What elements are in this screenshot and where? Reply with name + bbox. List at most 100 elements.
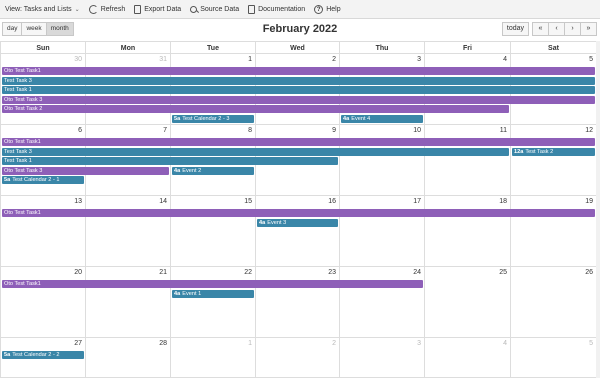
day-number[interactable]: 10	[413, 127, 421, 134]
day-number[interactable]: 11	[500, 127, 507, 134]
day-number[interactable]: 3	[417, 56, 421, 63]
day-cell[interactable]: 24	[340, 267, 425, 338]
day-cell[interactable]: 23	[256, 267, 340, 338]
day-number[interactable]: 4	[503, 340, 507, 347]
day-number[interactable]: 26	[585, 269, 593, 276]
day-cell[interactable]: 28	[86, 338, 171, 378]
day-number[interactable]: 4	[503, 56, 507, 63]
week-view-button[interactable]: week	[21, 22, 47, 36]
day-number[interactable]: 5	[589, 340, 593, 347]
day-number[interactable]: 22	[244, 269, 252, 276]
view-dropdown-label: View: Tasks and Lists	[5, 5, 72, 13]
view-switcher: day week month	[2, 22, 74, 36]
calendar-event[interactable]: Test Task 3	[2, 147, 509, 156]
help-button[interactable]: ? Help	[314, 4, 341, 14]
event-time: 4a	[174, 167, 181, 174]
calendar-event[interactable]: Oto Test Task1	[2, 138, 595, 146]
event-time: 5a	[4, 352, 11, 358]
event-title: Test Task 1	[4, 158, 32, 164]
day-number[interactable]: 17	[413, 198, 421, 205]
day-number[interactable]: 21	[159, 269, 167, 276]
help-icon: ?	[314, 4, 324, 14]
calendar-event[interactable]: 4a Event 1	[172, 289, 254, 298]
day-number[interactable]: 5	[589, 56, 593, 63]
next-year-button[interactable]: »	[580, 22, 597, 36]
day-cell[interactable]: 4	[425, 338, 511, 378]
day-number[interactable]: 2	[332, 56, 336, 63]
calendar-event[interactable]: Test Task 1	[2, 157, 338, 165]
day-number[interactable]: 20	[74, 269, 82, 276]
calendar-event[interactable]: Oto Test Task 2	[2, 105, 509, 113]
day-cell[interactable]: 17	[340, 196, 425, 267]
view-dropdown[interactable]: View: Tasks and Lists ⌄	[5, 6, 80, 13]
day-number[interactable]: 8	[248, 127, 252, 134]
day-number[interactable]: 15	[244, 198, 252, 205]
day-number[interactable]: 19	[585, 198, 593, 205]
event-title: Test Calendar 2 - 1	[12, 177, 60, 183]
calendar-event[interactable]: 5a Test Calendar 2 - 3	[172, 114, 254, 123]
source-data-button[interactable]: Source Data	[190, 5, 239, 13]
calendar-event[interactable]: Oto Test Task1	[2, 209, 595, 217]
day-cell[interactable]: 10	[340, 125, 425, 196]
day-number[interactable]: 16	[328, 198, 336, 205]
day-number[interactable]: 30	[74, 56, 82, 63]
day-cell[interactable]: 13	[1, 196, 86, 267]
day-number[interactable]: 6	[78, 127, 82, 134]
export-data-button[interactable]: Export Data	[134, 4, 181, 14]
day-cell[interactable]: 15	[171, 196, 256, 267]
day-cell[interactable]: 2	[256, 338, 340, 378]
calendar-event[interactable]: 4a Event 3	[257, 218, 338, 227]
calendar-event[interactable]: Oto Test Task 3	[2, 95, 595, 104]
day-cell[interactable]: 21	[86, 267, 171, 338]
calendar-event[interactable]: Test Task 3	[2, 76, 595, 85]
day-cell[interactable]: 22	[171, 267, 256, 338]
calendar-event[interactable]: 12a Test Task 2	[512, 147, 595, 156]
day-number[interactable]: 1	[248, 56, 252, 63]
day-number[interactable]: 24	[413, 269, 421, 276]
today-button[interactable]: today	[501, 22, 529, 36]
day-view-button[interactable]: day	[2, 22, 23, 36]
day-number[interactable]: 27	[74, 340, 82, 347]
prev-month-button[interactable]: ‹	[548, 22, 565, 36]
day-number[interactable]: 25	[499, 269, 507, 276]
day-cell[interactable]: 25	[425, 267, 511, 338]
day-number[interactable]: 7	[163, 127, 167, 134]
calendar-event[interactable]: 5a Test Calendar 2 - 2	[2, 351, 84, 359]
day-number[interactable]: 9	[332, 127, 336, 134]
scrollbar[interactable]	[596, 41, 600, 378]
weekday-header: Wed	[256, 41, 340, 54]
day-cell[interactable]: 5	[511, 338, 597, 378]
day-number[interactable]: 23	[328, 269, 336, 276]
day-cell[interactable]: 20	[1, 267, 86, 338]
documentation-button[interactable]: Documentation	[248, 4, 305, 14]
calendar-event[interactable]: Oto Test Task 3	[2, 166, 169, 175]
day-number[interactable]: 28	[159, 340, 167, 347]
day-number[interactable]: 2	[332, 340, 336, 347]
next-month-button[interactable]: ›	[564, 22, 581, 36]
calendar-event[interactable]: Oto Test Task1	[2, 280, 423, 288]
day-cell[interactable]: 12	[511, 125, 597, 196]
day-number[interactable]: 12	[585, 127, 593, 134]
day-number[interactable]: 1	[248, 340, 252, 347]
day-number[interactable]: 13	[74, 198, 82, 205]
day-cell[interactable]: 1	[171, 338, 256, 378]
day-number[interactable]: 31	[159, 56, 167, 63]
day-number[interactable]: 18	[499, 198, 507, 205]
calendar-event[interactable]: 5a Test Calendar 2 - 1	[2, 176, 84, 184]
calendar-event[interactable]: Test Task 1	[2, 86, 595, 94]
prev-year-button[interactable]: «	[532, 22, 549, 36]
month-view-button[interactable]: month	[45, 22, 74, 36]
day-cell[interactable]: 18	[425, 196, 511, 267]
calendar-event[interactable]: Oto Test Task1	[2, 67, 595, 75]
day-cell[interactable]: 14	[86, 196, 171, 267]
day-cell[interactable]: 19	[511, 196, 597, 267]
day-cell[interactable]: 16	[256, 196, 340, 267]
day-number[interactable]: 14	[159, 198, 167, 205]
day-number[interactable]: 3	[417, 340, 421, 347]
calendar-event[interactable]: 4a Event 4	[341, 114, 423, 123]
day-cell[interactable]: 26	[511, 267, 597, 338]
refresh-button[interactable]: Refresh	[88, 4, 125, 14]
day-cell[interactable]: 11	[425, 125, 511, 196]
day-cell[interactable]: 3	[340, 338, 425, 378]
calendar-event[interactable]: 4a Event 2	[172, 166, 254, 175]
